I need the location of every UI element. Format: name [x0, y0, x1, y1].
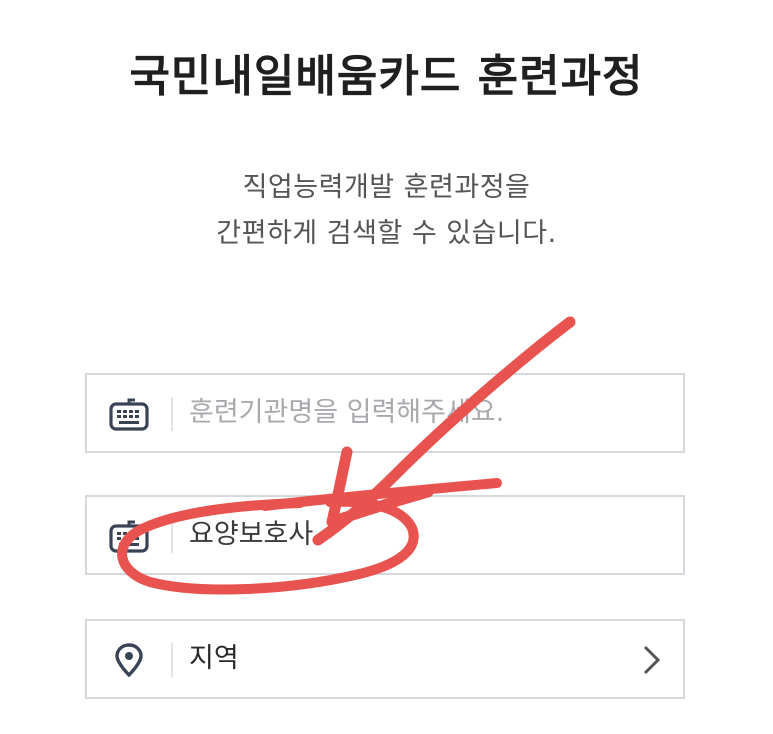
- keyboard-icon: [109, 520, 149, 553]
- field-divider: [171, 519, 173, 553]
- location-pin-icon: [115, 643, 143, 677]
- chevron-right-icon: [643, 645, 661, 675]
- keyboard-icon: [109, 398, 149, 431]
- region-select[interactable]: 지역: [85, 619, 685, 699]
- course-search-input[interactable]: 요양보호사: [189, 497, 313, 573]
- region-label: 지역: [189, 643, 239, 674]
- course-search-field[interactable]: 요양보호사: [85, 495, 685, 575]
- page-subtitle-line-2: 간편하게 검색할 수 있습니다.: [216, 218, 557, 249]
- page-title: 국민내일배움카드 훈련과정: [129, 51, 644, 102]
- institution-search-field[interactable]: 훈련기관명을 입력해주세요.: [85, 373, 685, 453]
- field-divider: [171, 643, 173, 677]
- field-divider: [171, 397, 173, 431]
- page-subtitle-line-1: 직업능력개발 훈련과정을: [242, 172, 531, 203]
- institution-search-input[interactable]: 훈련기관명을 입력해주세요.: [189, 375, 504, 451]
